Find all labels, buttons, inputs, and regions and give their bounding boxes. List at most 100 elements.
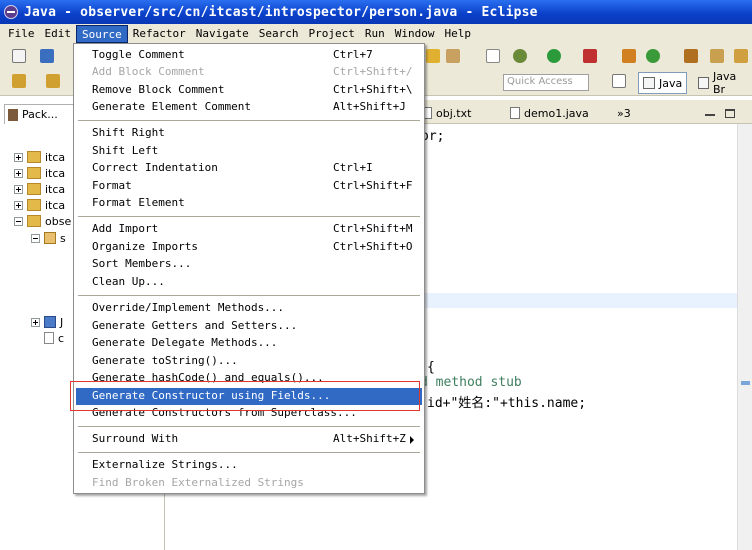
tree-item-label: itca xyxy=(45,182,66,196)
menu-source[interactable]: Source xyxy=(76,25,128,43)
menu-search[interactable]: Search xyxy=(254,25,304,43)
highlight-box xyxy=(70,381,420,411)
open-type-icon[interactable] xyxy=(684,49,698,63)
menu-item-sort-members[interactable]: Sort Members... xyxy=(76,256,422,273)
menu-item-surround-with[interactable]: Surround With Alt+Shift+Z xyxy=(76,431,422,448)
collapse-icon[interactable] xyxy=(31,233,40,243)
tab-demo1-java[interactable]: demo1.java xyxy=(510,103,589,123)
menu-navigate[interactable]: Navigate xyxy=(191,25,254,43)
new-class-icon[interactable] xyxy=(622,49,636,63)
menu-file[interactable]: File xyxy=(3,25,40,43)
java-file-icon xyxy=(510,107,520,119)
tree-item-label: itca xyxy=(45,150,66,164)
window-title: Java - observer/src/cn/itcast/introspect… xyxy=(24,4,538,20)
code-comment: d method stub xyxy=(420,375,522,390)
expand-icon[interactable] xyxy=(31,317,40,327)
java-browsing-perspective-icon xyxy=(698,77,710,89)
tree-item[interactable]: itca xyxy=(14,181,65,197)
paragraph-icon[interactable] xyxy=(486,49,500,63)
source-menu: Toggle Comment Ctrl+7 Add Block Comment … xyxy=(73,43,425,494)
menu-item-generate-getters-setters[interactable]: Generate Getters and Setters... xyxy=(76,318,422,335)
project-icon xyxy=(27,183,41,195)
minimize-button[interactable] xyxy=(705,103,715,123)
tree-item[interactable]: J xyxy=(31,314,63,330)
menu-item-correct-indentation[interactable]: Correct Indentation Ctrl+I xyxy=(76,160,422,177)
menu-item-shift-right[interactable]: Shift Right xyxy=(76,125,422,142)
java-browsing-perspective-button[interactable]: Java Br xyxy=(694,70,752,96)
tree-item[interactable]: itca xyxy=(14,197,65,213)
run-icon[interactable] xyxy=(547,49,561,63)
java-perspective-label: Java xyxy=(659,76,683,90)
quick-access-input[interactable]: Quick Access xyxy=(503,74,589,91)
menu-window[interactable]: Window xyxy=(390,25,440,43)
menu-item-organize-imports[interactable]: Organize Imports Ctrl+Shift+O xyxy=(76,239,422,256)
ruler-marker[interactable] xyxy=(741,381,750,385)
code-line: { xyxy=(427,360,435,375)
menu-edit[interactable]: Edit xyxy=(40,25,77,43)
tree-item[interactable]: s xyxy=(31,230,66,246)
menu-item-format[interactable]: Format Ctrl+Shift+F xyxy=(76,178,422,195)
maximize-icon xyxy=(725,108,735,118)
new-package-icon[interactable] xyxy=(646,49,660,63)
tab-overflow[interactable]: »3 xyxy=(617,103,631,123)
menu-item-add-import[interactable]: Add Import Ctrl+Shift+M xyxy=(76,221,422,238)
menu-item-override-implement-methods[interactable]: Override/Implement Methods... xyxy=(76,300,422,317)
maximize-button[interactable] xyxy=(725,103,735,123)
tree-item[interactable]: itca xyxy=(14,165,65,181)
next-annotation-icon[interactable] xyxy=(12,74,26,88)
overview-ruler[interactable] xyxy=(737,124,752,550)
java-browsing-perspective-label: Java Br xyxy=(713,70,737,96)
project-icon xyxy=(27,199,41,211)
pen-tool-icon[interactable] xyxy=(734,49,748,63)
menu-separator xyxy=(78,426,420,428)
title-bar: Java - observer/src/cn/itcast/introspect… xyxy=(0,0,752,24)
menu-item-find-broken-externalized-strings: Find Broken Externalized Strings xyxy=(92,476,304,489)
menu-item-remove-block-comment[interactable]: Remove Block Comment Ctrl+Shift+\ xyxy=(76,82,422,99)
expand-icon[interactable] xyxy=(14,168,23,178)
menu-item-generate-tostring[interactable]: Generate toString()... xyxy=(76,353,422,370)
menu-refactor[interactable]: Refactor xyxy=(128,25,191,43)
java-perspective-button[interactable]: Java xyxy=(638,72,688,94)
menu-item-shift-left[interactable]: Shift Left xyxy=(76,143,422,160)
save-icon[interactable] xyxy=(40,49,54,63)
java-perspective-icon xyxy=(643,77,655,89)
menu-item-generate-element-comment[interactable]: Generate Element Comment Alt+Shift+J xyxy=(76,99,422,116)
mark-icon[interactable] xyxy=(446,49,460,63)
prev-annotation-icon[interactable] xyxy=(46,74,60,88)
menu-project[interactable]: Project xyxy=(303,25,359,43)
submenu-arrow-icon xyxy=(410,436,414,444)
tree-item-label: s xyxy=(60,231,66,245)
tree-item-label: itca xyxy=(45,166,66,180)
project-icon xyxy=(27,151,41,163)
expand-icon[interactable] xyxy=(14,200,23,210)
menu-item-generate-delegate-methods[interactable]: Generate Delegate Methods... xyxy=(76,335,422,352)
tree-item-label: c xyxy=(58,331,65,345)
menu-item-toggle-comment[interactable]: Toggle Comment Ctrl+7 xyxy=(76,47,422,64)
tab-obj-txt[interactable]: obj.txt xyxy=(422,103,471,123)
menu-separator xyxy=(78,452,420,454)
package-explorer-icon xyxy=(8,108,18,121)
source-folder-icon xyxy=(44,232,56,244)
menu-separator xyxy=(78,216,420,218)
eclipse-icon xyxy=(4,5,18,19)
menu-help[interactable]: Help xyxy=(439,25,476,43)
search-icon[interactable] xyxy=(710,49,724,63)
menu-run[interactable]: Run xyxy=(360,25,390,43)
tree-item[interactable]: c xyxy=(44,330,64,346)
open-perspective-icon[interactable] xyxy=(612,74,626,88)
debug-icon[interactable] xyxy=(513,49,527,63)
package-explorer-tab[interactable]: Pack... xyxy=(4,104,74,124)
expand-icon[interactable] xyxy=(14,152,23,162)
menu-item-clean-up[interactable]: Clean Up... xyxy=(76,274,422,291)
menu-item-externalize-strings[interactable]: Externalize Strings... xyxy=(76,457,422,474)
external-tools-icon[interactable] xyxy=(583,49,597,63)
tree-item[interactable]: obse xyxy=(14,213,71,229)
pencil-icon[interactable] xyxy=(426,49,440,63)
tab-label: demo1.java xyxy=(524,106,589,120)
collapse-icon[interactable] xyxy=(14,216,23,226)
tree-item[interactable]: itca xyxy=(14,149,65,165)
tree-item-label: itca xyxy=(45,198,66,212)
expand-icon[interactable] xyxy=(14,184,23,194)
menu-item-format-element[interactable]: Format Element xyxy=(76,195,422,212)
new-icon[interactable] xyxy=(12,49,26,63)
